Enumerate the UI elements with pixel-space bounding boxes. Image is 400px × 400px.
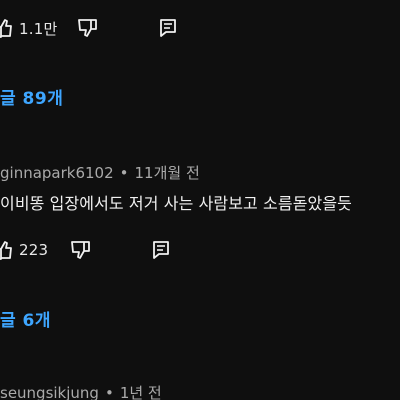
comment-timestamp[interactable]: 1년 전 [120,382,162,400]
comment-author[interactable]: ginnapark6102 [0,164,114,182]
thumb-up-icon[interactable] [0,239,12,261]
comment-timestamp[interactable]: 11개월 전 [135,162,200,183]
thumb-down-icon[interactable] [70,239,92,261]
like-count: 223 [19,241,49,259]
comment-author[interactable]: seungsikjung [0,384,99,400]
replies-toggle[interactable]: 글 6개 [0,306,51,331]
comment-text: 이비똥 입장에서도 저거 사는 사람보고 소름돋았을듯 [0,194,352,213]
meta-separator: • [104,383,114,400]
like-count: 1.1만 [19,19,58,38]
comment-action-bar: 223 [0,236,170,264]
meta-separator: • [119,163,129,182]
comment-action-bar: 1.1만 [0,14,177,42]
replies-toggle[interactable]: 글 89개 [0,84,63,109]
thumb-up-icon[interactable] [0,17,12,39]
replies-count-label: 글 89개 [0,89,64,109]
thumb-down-icon[interactable] [77,17,99,39]
comment-header: seungsikjung • 1년 전 [0,382,162,400]
reply-comment-icon[interactable] [152,240,170,260]
replies-count-label: 글 6개 [0,311,52,331]
comment-header: ginnapark6102 • 11개월 전 [0,162,200,183]
reply-comment-icon[interactable] [159,18,177,38]
